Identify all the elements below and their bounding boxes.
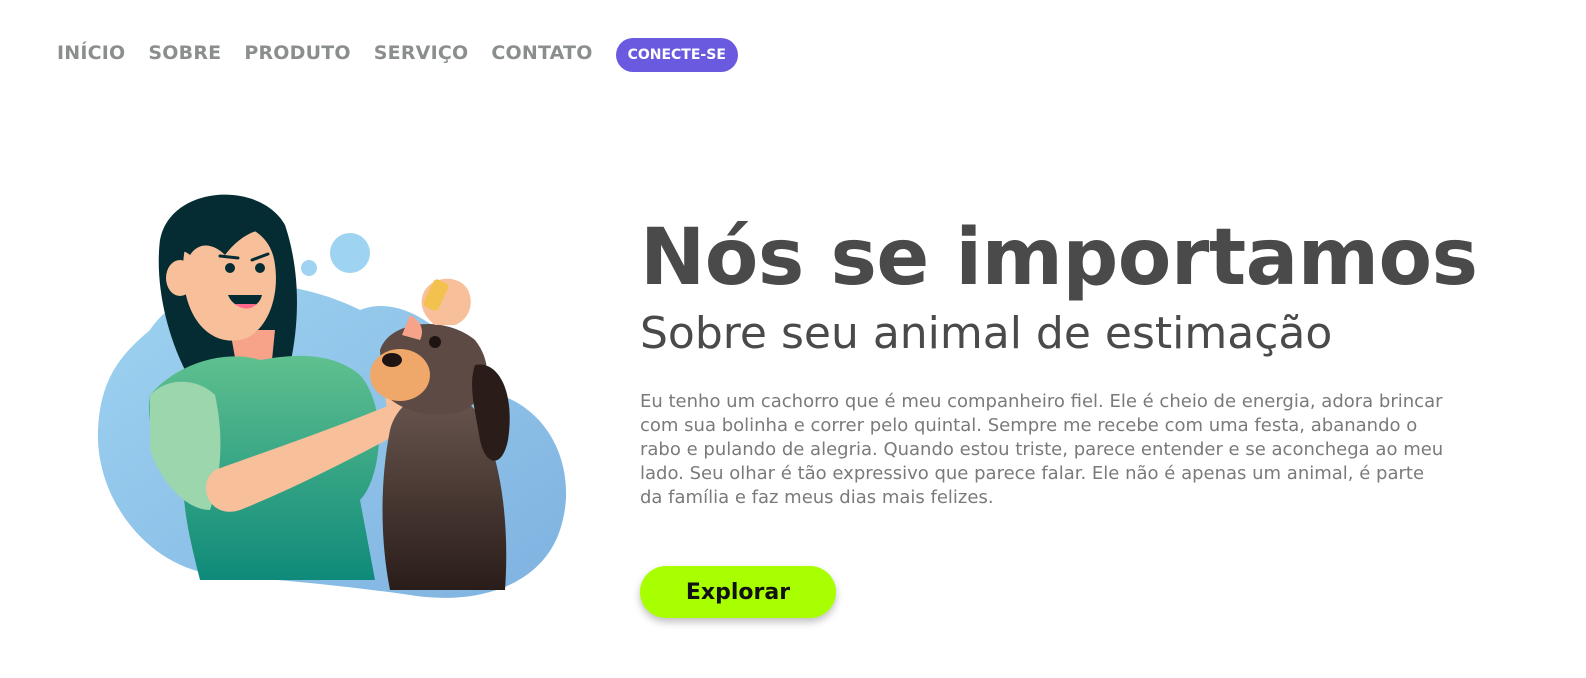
hero-description: Eu tenho um cachorro que é meu companhei… bbox=[640, 391, 1444, 508]
hero-subtitle: Sobre seu animal de estimação bbox=[640, 308, 1333, 359]
nav-item-inicio[interactable]: INÍCIO bbox=[57, 42, 125, 64]
explore-button[interactable]: Explorar bbox=[640, 566, 836, 618]
nav-item-sobre[interactable]: SOBRE bbox=[148, 42, 221, 64]
nav-item-servico[interactable]: SERVIÇO bbox=[374, 42, 469, 64]
nav-item-produto[interactable]: PRODUTO bbox=[244, 42, 350, 64]
hero-title: Nós se importamos bbox=[640, 213, 1478, 303]
hero-section: Nós se importamos Sobre seu animal de es… bbox=[640, 210, 1560, 510]
pet-care-illustration bbox=[90, 180, 580, 610]
nav-item-contato[interactable]: CONTATO bbox=[491, 42, 592, 64]
page: INÍCIO SOBRE PRODUTO SERVIÇO CONTATO CON… bbox=[0, 0, 1586, 678]
woman-with-dog-icon bbox=[97, 194, 567, 598]
top-navigation: INÍCIO SOBRE PRODUTO SERVIÇO CONTATO CON… bbox=[57, 36, 738, 72]
connect-button[interactable]: CONECTE-SE bbox=[615, 38, 738, 72]
